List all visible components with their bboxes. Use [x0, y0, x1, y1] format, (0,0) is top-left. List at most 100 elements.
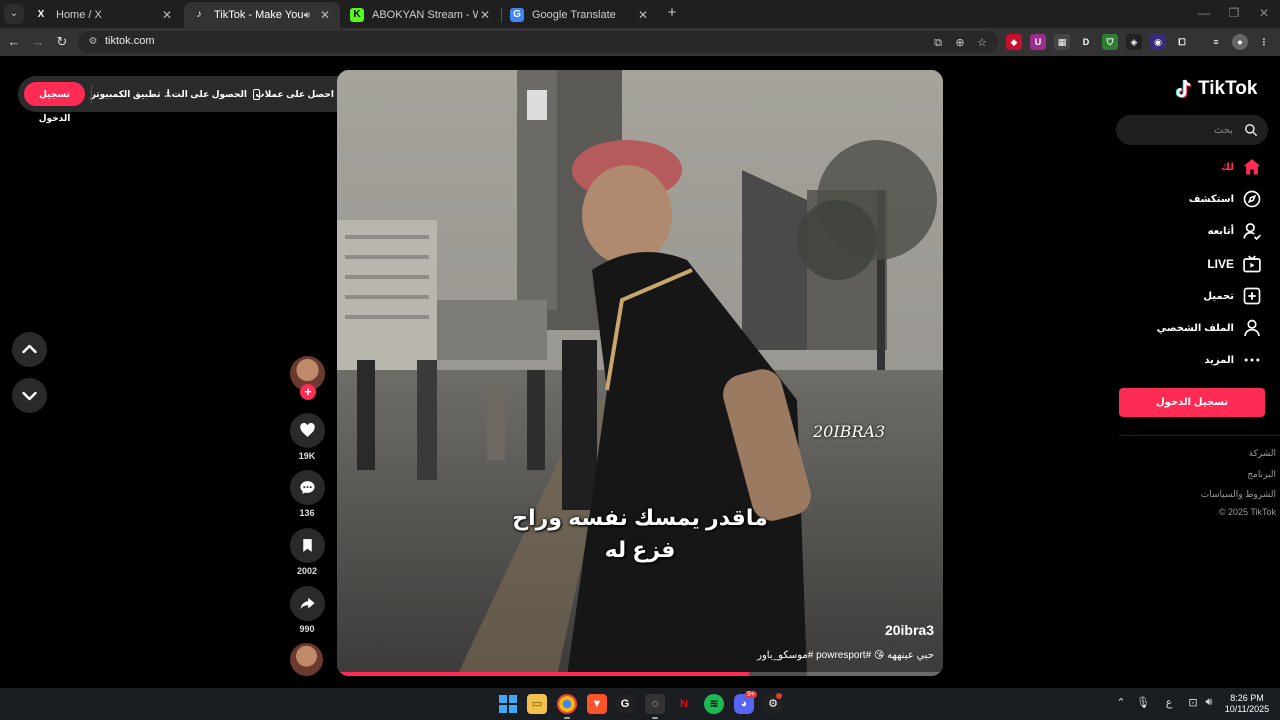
tab-search-button[interactable]: ⌄: [4, 4, 24, 24]
compass-icon: [1243, 190, 1261, 208]
extension-grid-icon[interactable]: ▦: [1054, 34, 1070, 50]
video-author[interactable]: 20ibra3: [885, 622, 934, 638]
site-info-icon[interactable]: ⚙: [86, 35, 100, 49]
footer-company-link[interactable]: الشركة: [1249, 448, 1276, 459]
close-tab-icon[interactable]: ✕: [318, 8, 332, 22]
address-bar[interactable]: ⚙ tiktok.com ⧉ ⊕ ☆: [78, 31, 998, 53]
extension-eye-icon[interactable]: ◉: [1150, 34, 1166, 50]
brave-icon[interactable]: ▼: [587, 694, 607, 714]
footer-terms-link[interactable]: الشروط والسياسات: [1201, 489, 1276, 500]
new-tab-button[interactable]: +: [663, 4, 681, 22]
share-icon: [300, 597, 315, 610]
tab-title: Home / X: [56, 9, 102, 21]
sidebar-divider: [1119, 435, 1280, 436]
system-clock[interactable]: 8:26 PM 10/11/2025: [1222, 693, 1272, 715]
previous-video-button[interactable]: [12, 332, 47, 367]
microphone-icon[interactable]: 🎙︎: [1136, 696, 1150, 709]
share-button[interactable]: [290, 586, 325, 621]
speaker-icon[interactable]: 🔊︎: [304, 10, 310, 21]
install-app-icon[interactable]: ⧉: [930, 35, 946, 51]
translate-favicon-icon: G: [510, 8, 524, 22]
save-button[interactable]: [290, 528, 325, 563]
desktop-app-label: تطبيق الكمبيوتر: [90, 88, 161, 99]
close-tab-icon[interactable]: ✕: [636, 8, 650, 22]
tab-tiktok[interactable]: ♪ TikTok - Make Your Day 🔊︎ ✕: [184, 2, 340, 28]
tiktok-logo[interactable]: TikTok: [1176, 78, 1257, 100]
bookmark-star-icon[interactable]: ☆: [974, 35, 990, 51]
extension-diamond-icon[interactable]: ◈: [1126, 34, 1142, 50]
network-icon[interactable]: ⊡: [1186, 696, 1200, 709]
footer-program-link[interactable]: البرنامج: [1247, 469, 1276, 480]
nav-following[interactable]: أتابعه: [1208, 221, 1262, 241]
tab-title: Google Translate: [532, 9, 616, 21]
login-button-top[interactable]: تسجيل الدخول: [24, 82, 85, 123]
close-tab-icon[interactable]: ✕: [160, 8, 174, 22]
app-loading-icon[interactable]: ◌: [645, 694, 665, 714]
comment-button[interactable]: [290, 470, 325, 505]
chevron-down-icon: [22, 391, 37, 401]
kick-favicon-icon: K: [350, 8, 364, 22]
search-icon[interactable]: [1244, 123, 1258, 137]
get-app-button[interactable]: الحصول على الت...: [164, 76, 260, 112]
file-explorer-icon[interactable]: ▭: [527, 694, 547, 714]
like-button[interactable]: [290, 413, 325, 448]
tab-kick[interactable]: K ABOKYAN Stream - Watch Live ✕: [342, 2, 500, 28]
tiktok-page: $ احصل على عملات الحصول على الت... ⭳ تطب…: [0, 56, 1280, 688]
extension-d-icon[interactable]: D: [1078, 34, 1094, 50]
restore-button[interactable]: ❐: [1219, 4, 1249, 22]
running-indicator: [564, 717, 570, 719]
app-g-icon[interactable]: G: [615, 694, 635, 714]
input-language[interactable]: ع: [1162, 696, 1176, 709]
nav-for-you[interactable]: لك: [1221, 157, 1262, 177]
get-coins-label: احصل على عملات: [255, 88, 334, 99]
subtitle-line-2: فزع له: [604, 537, 676, 562]
follow-button[interactable]: +: [300, 384, 316, 400]
next-video-button[interactable]: [12, 378, 47, 413]
nav-label: الملف الشخصي: [1156, 322, 1234, 334]
nav-live[interactable]: LIVE: [1207, 254, 1262, 274]
nav-explore[interactable]: استكشف: [1189, 189, 1262, 209]
reading-list-icon[interactable]: ≡: [1208, 34, 1224, 50]
minimize-button[interactable]: —: [1189, 4, 1219, 22]
forward-button[interactable]: →: [28, 32, 48, 52]
back-button[interactable]: ←: [4, 32, 24, 52]
video-caption: حبي عينههه 😘 #powresport #موسكو_باور: [757, 650, 934, 661]
tab-google-translate[interactable]: G Google Translate ✕: [502, 2, 658, 28]
login-button-sidebar[interactable]: تسجيل الدخول: [1119, 388, 1265, 417]
tab-x[interactable]: X Home / X ✕: [26, 2, 182, 28]
desktop-app-button[interactable]: ⭳ تطبيق الكمبيوتر: [91, 76, 170, 112]
chrome-icon[interactable]: [557, 694, 577, 714]
reload-button[interactable]: ↻: [52, 32, 72, 52]
tiktok-note-icon: [1176, 79, 1192, 99]
logo-text: TikTok: [1198, 78, 1258, 99]
windows-start-icon[interactable]: [498, 694, 518, 714]
search-box[interactable]: [1116, 115, 1268, 145]
sound-avatar[interactable]: [290, 643, 323, 676]
footer-copyright: © 2025 TikTok: [1218, 507, 1276, 517]
volume-icon[interactable]: 🔊︎: [1202, 696, 1216, 709]
spotify-icon[interactable]: ≋: [704, 694, 724, 714]
extension-shield-icon[interactable]: ⛉: [1102, 34, 1118, 50]
extension-red-icon[interactable]: ◆: [1006, 34, 1022, 50]
netflix-icon[interactable]: N: [674, 694, 694, 714]
nav-upload[interactable]: تحميل: [1203, 286, 1262, 306]
close-tab-icon[interactable]: ✕: [478, 8, 492, 22]
tab-strip: ⌄ X Home / X ✕ ♪ TikTok - Make Your Day …: [0, 0, 1280, 28]
get-coins-button[interactable]: $ احصل على عملات: [256, 76, 350, 112]
show-hidden-icons[interactable]: ⌃: [1114, 696, 1128, 709]
extensions-puzzle-icon[interactable]: ⧠: [1174, 34, 1190, 50]
extension-purple-icon[interactable]: U: [1030, 34, 1046, 50]
browser-toolbar: ← → ↻ ⚙ tiktok.com ⧉ ⊕ ☆ ◆ U ▦ D ⛉ ◈ ◉ ⧠…: [0, 28, 1280, 56]
search-input[interactable]: [1133, 122, 1233, 138]
tab-title: TikTok - Make Your Day: [214, 9, 304, 21]
video-player[interactable]: 20IBRA3 ماقدر يمسك نفسه وراح فزع له 20ib…: [337, 70, 943, 676]
get-app-label: الحصول على الت...: [164, 88, 247, 99]
clock-date: 10/11/2025: [1224, 704, 1270, 714]
nav-more[interactable]: المزيد: [1204, 350, 1262, 370]
profile-avatar-icon[interactable]: ●: [1232, 34, 1248, 50]
zoom-icon[interactable]: ⊕: [952, 35, 968, 51]
close-window-button[interactable]: ✕: [1249, 4, 1279, 22]
nav-profile[interactable]: الملف الشخصي: [1157, 318, 1262, 338]
browser-menu-icon[interactable]: ⋮: [1256, 34, 1272, 50]
video-progress-bar[interactable]: [337, 672, 943, 676]
